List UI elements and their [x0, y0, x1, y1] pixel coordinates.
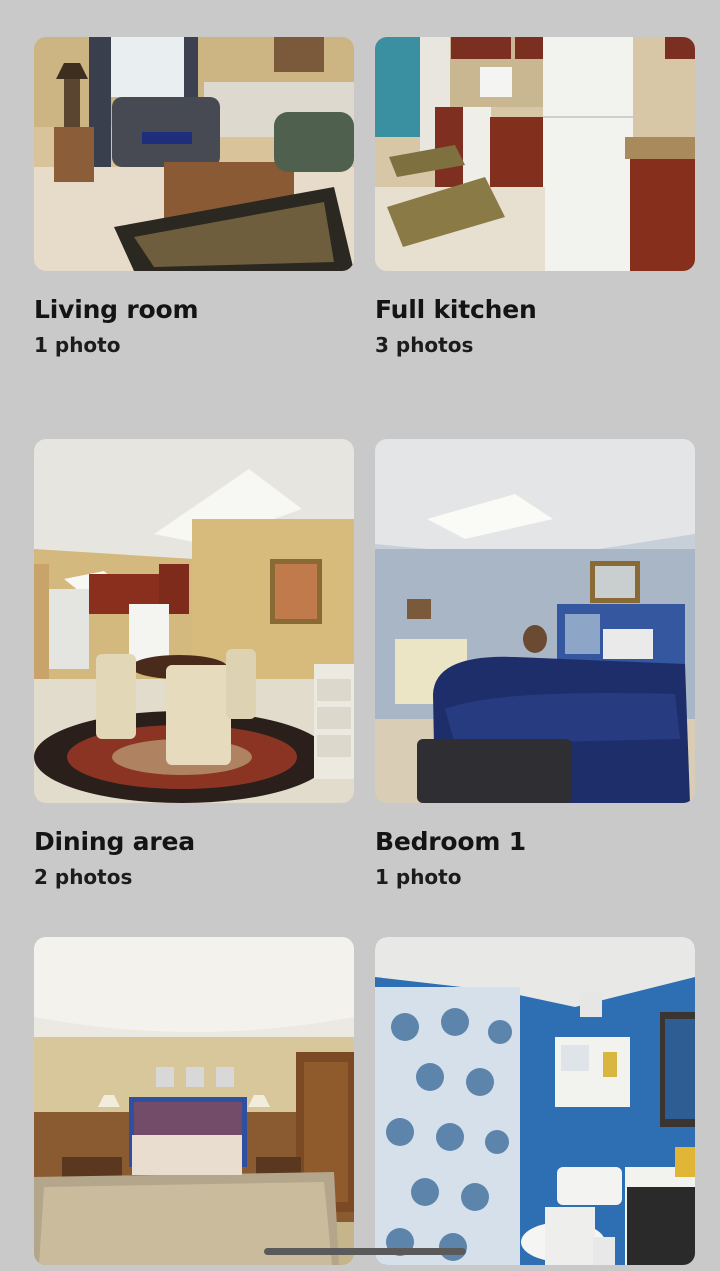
room-title: Living room [34, 295, 199, 324]
living-room-photo[interactable] [34, 37, 354, 271]
bathroom-photo[interactable] [375, 937, 695, 1265]
room-tile-bedroom-2[interactable] [34, 937, 354, 1271]
room-title: Bedroom 1 [375, 827, 526, 856]
photo-tour-screen: Living room 1 photo Full kitchen 3 photo… [0, 0, 720, 1271]
room-tile-living-room[interactable]: Living room 1 photo [34, 37, 354, 405]
photo-count: 1 photo [34, 333, 121, 357]
bedroom-2-photo[interactable] [34, 937, 354, 1265]
room-tile-bedroom-1[interactable]: Bedroom 1 1 photo [375, 439, 695, 937]
dining-area-photo[interactable] [34, 439, 354, 803]
kitchen-photo[interactable] [375, 37, 695, 271]
photo-count: 2 photos [34, 865, 133, 889]
room-tile-bathroom[interactable] [375, 937, 695, 1271]
room-photo-grid: Living room 1 photo Full kitchen 3 photo… [34, 37, 695, 1271]
photo-count: 3 photos [375, 333, 474, 357]
photo-count: 1 photo [375, 865, 462, 889]
bedroom-1-photo[interactable] [375, 439, 695, 803]
room-tile-dining-area[interactable]: Dining area 2 photos [34, 439, 354, 937]
room-tile-full-kitchen[interactable]: Full kitchen 3 photos [375, 37, 695, 405]
room-title: Full kitchen [375, 295, 537, 324]
home-indicator[interactable] [264, 1248, 466, 1255]
room-title: Dining area [34, 827, 195, 856]
